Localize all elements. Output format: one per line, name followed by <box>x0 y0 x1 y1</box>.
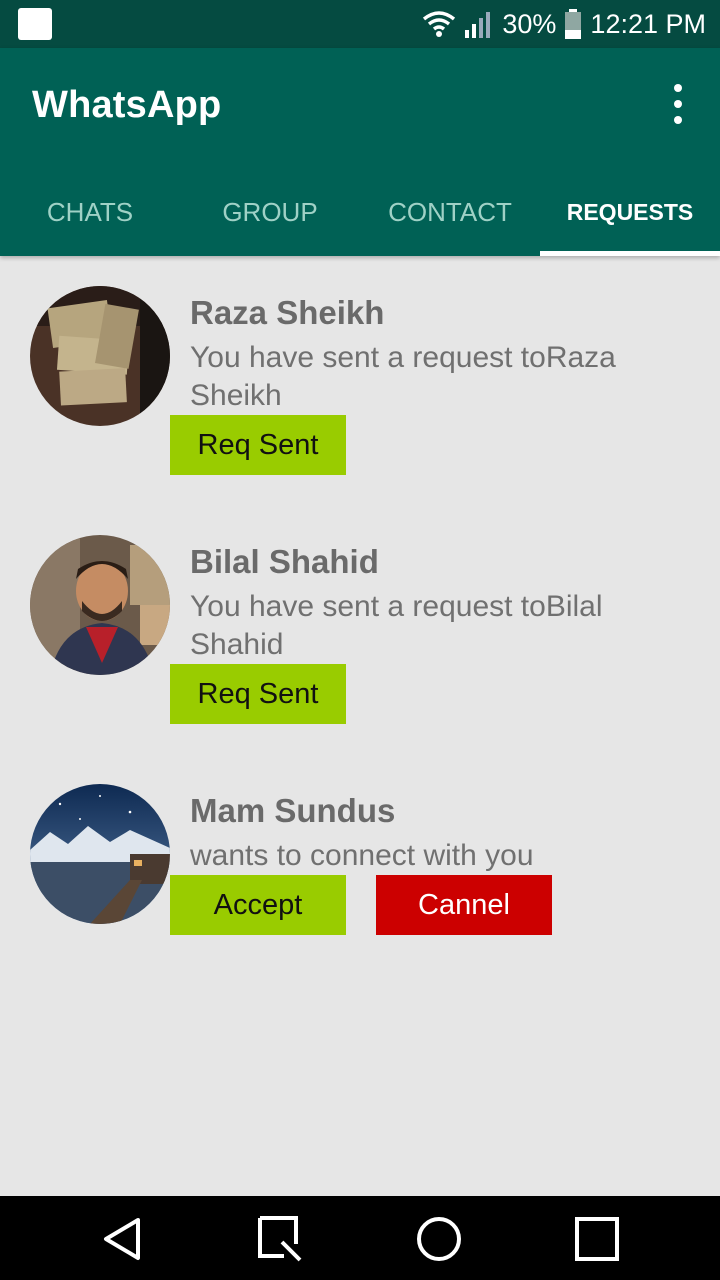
battery-icon <box>565 9 582 39</box>
app-bar: WhatsApp CHATS GROUP CONTACT REQUESTS <box>0 48 720 256</box>
req-sent-button[interactable]: Req Sent <box>170 664 346 724</box>
contact-name: Raza Sheikh <box>190 294 385 331</box>
tab-group[interactable]: GROUP <box>180 168 360 256</box>
tab-requests[interactable]: REQUESTS <box>540 168 720 256</box>
request-message: You have sent a request toRaza Sheikh <box>190 341 616 412</box>
clock: 12:21 PM <box>590 8 706 39</box>
back-icon[interactable] <box>98 1214 148 1264</box>
signal-icon <box>465 12 491 38</box>
tab-bar: CHATS GROUP CONTACT REQUESTS <box>0 168 720 256</box>
tab-chats[interactable]: CHATS <box>0 168 180 256</box>
recents-search-icon[interactable] <box>256 1214 306 1264</box>
request-message: wants to connect with you <box>190 839 534 872</box>
overflow-menu-icon[interactable] <box>666 84 690 124</box>
status-bar: 30% 12:21 PM <box>0 0 720 48</box>
contact-name: Mam Sundus <box>190 792 396 829</box>
app-title: WhatsApp <box>32 84 222 126</box>
cancel-button[interactable]: Cannel <box>376 875 552 935</box>
avatar[interactable] <box>30 286 170 426</box>
status-right: 30% 12:21 PM <box>422 0 706 48</box>
overview-icon[interactable] <box>572 1214 622 1264</box>
battery-percent: 30% <box>502 8 557 39</box>
notification-icon <box>18 8 52 40</box>
request-message: You have sent a request toBilal Shahid <box>190 590 603 661</box>
navigation-bar <box>0 1196 720 1280</box>
req-sent-button[interactable]: Req Sent <box>170 415 346 475</box>
accept-button[interactable]: Accept <box>170 875 346 935</box>
avatar[interactable] <box>30 784 170 924</box>
home-icon[interactable] <box>414 1214 464 1264</box>
contact-name: Bilal Shahid <box>190 543 379 580</box>
tab-contact[interactable]: CONTACT <box>360 168 540 256</box>
avatar[interactable] <box>30 535 170 675</box>
wifi-icon <box>423 11 456 37</box>
